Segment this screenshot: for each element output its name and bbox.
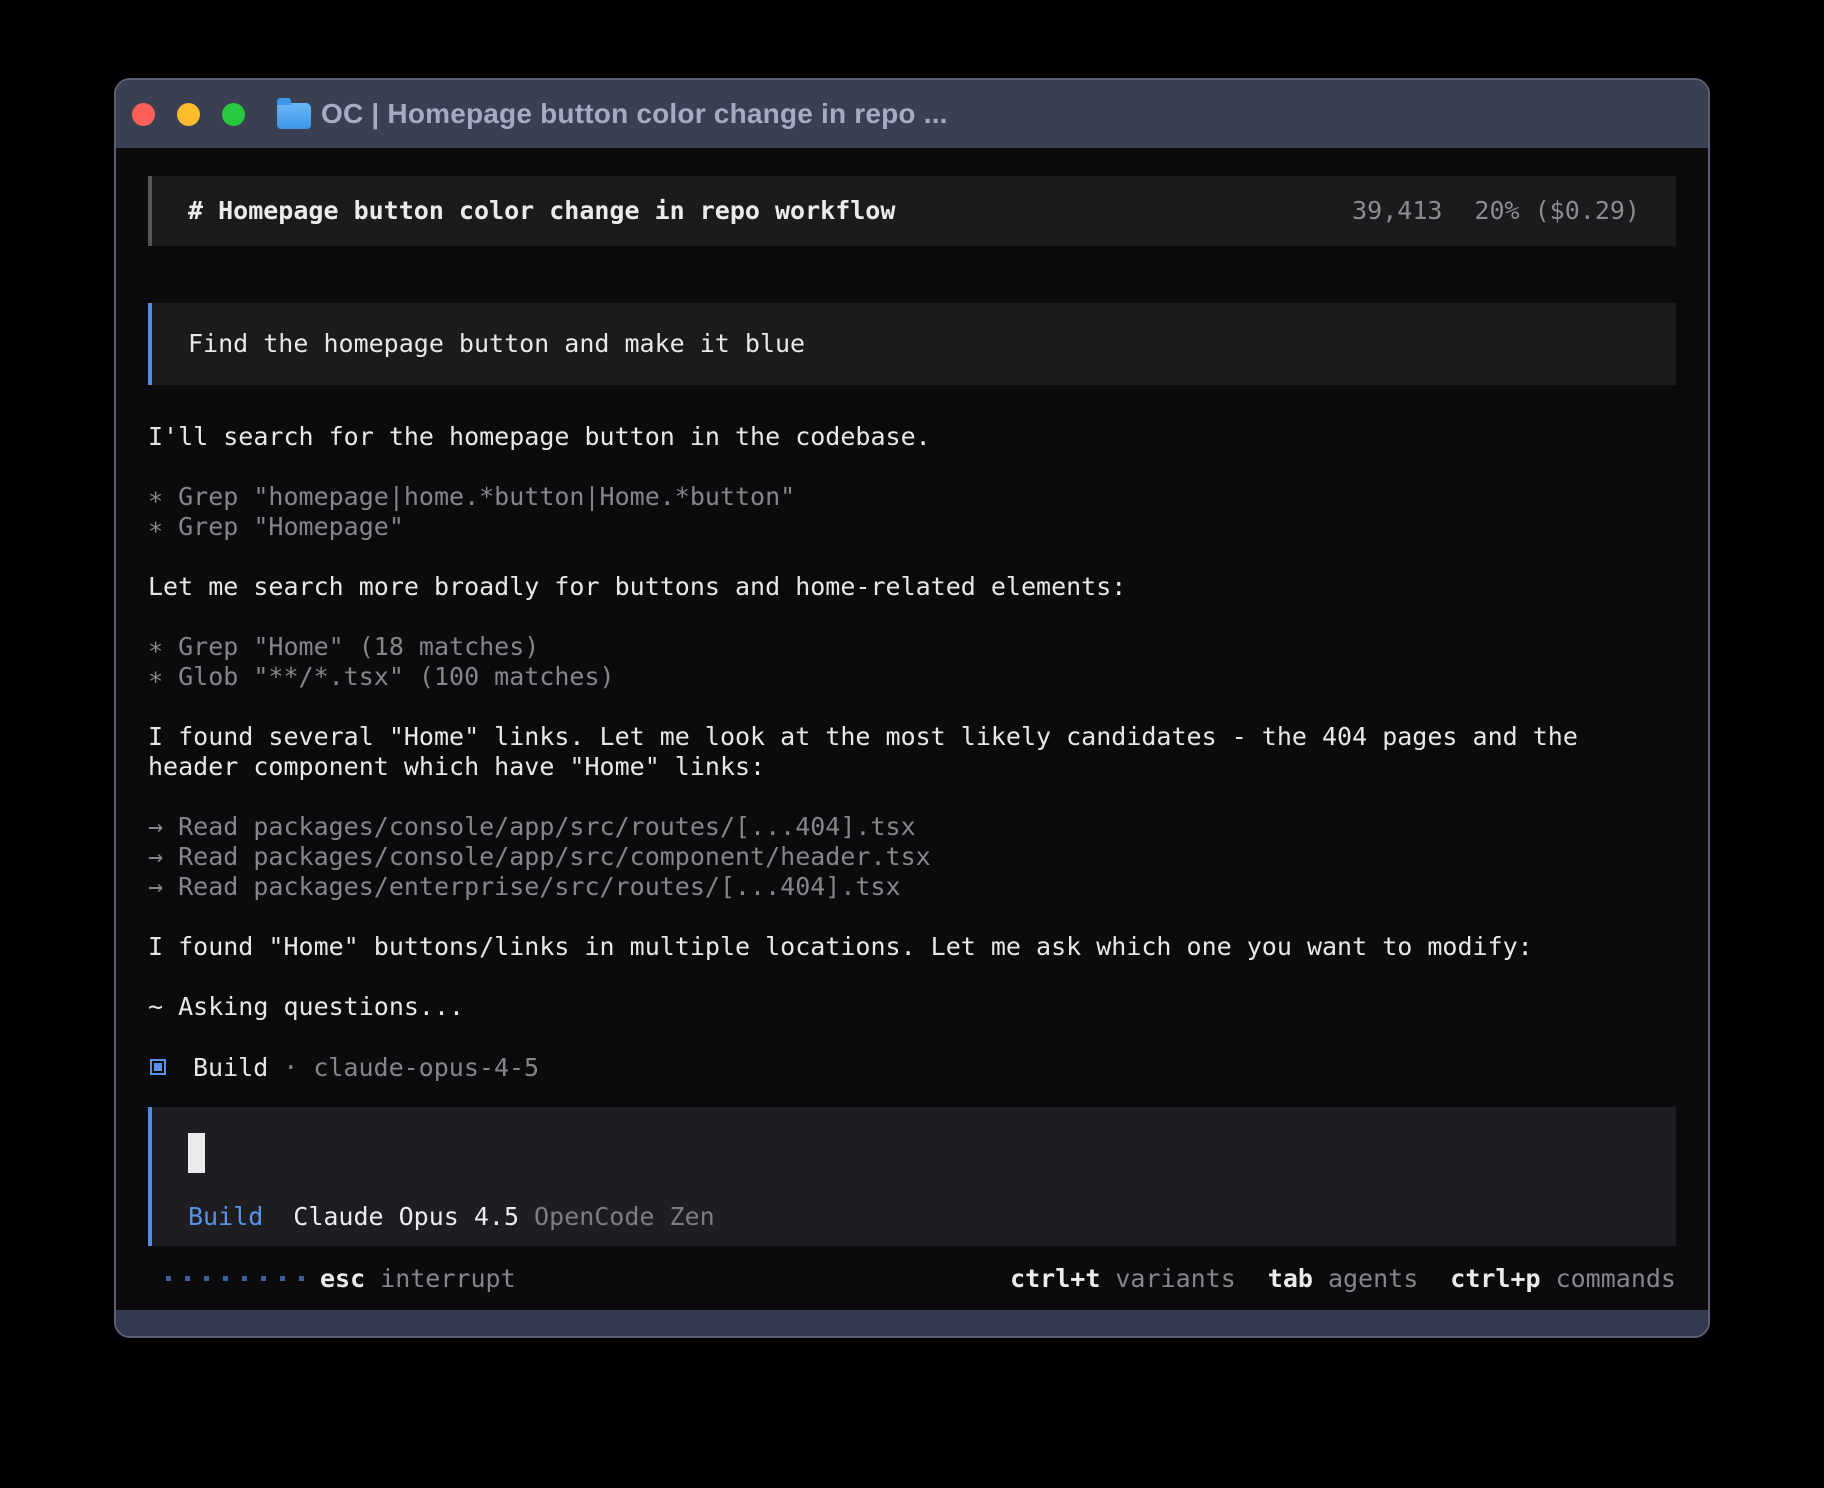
transcript-line: [148, 452, 1676, 482]
agent-model: claude-opus-4-5: [313, 1053, 539, 1082]
hint-label: agents: [1328, 1264, 1418, 1293]
close-button[interactable]: [132, 103, 155, 126]
spinner-dot: [299, 1276, 304, 1281]
hint-commands: ctrl+p commands: [1450, 1264, 1676, 1293]
esc-key-hint: esc: [320, 1264, 365, 1293]
transcript-line: → Read packages/console/app/src/componen…: [148, 842, 1676, 872]
transcript-line: I found "Home" buttons/links in multiple…: [148, 932, 1676, 962]
hint-label: commands: [1556, 1264, 1676, 1293]
spinner-dot: [185, 1276, 190, 1281]
input-agent-label[interactable]: Build: [188, 1202, 263, 1232]
hint-variants: ctrl+t variants: [1010, 1264, 1236, 1293]
user-message-text: Find the homepage button and make it blu…: [188, 329, 805, 358]
window-title: OC | Homepage button color change in rep…: [321, 98, 948, 130]
transcript-line: ∗ Glob "**/*.tsx" (100 matches): [148, 662, 1676, 692]
transcript-line: ∗ Grep "homepage|home.*button|Home.*butt…: [148, 482, 1676, 512]
input-provider-label: OpenCode Zen: [534, 1202, 715, 1232]
token-count: 39,413: [1352, 196, 1442, 225]
spinner-dot: [204, 1276, 209, 1281]
transcript-line: ∗ Grep "Home" (18 matches): [148, 632, 1676, 662]
window-bottom-edge: [116, 1310, 1708, 1336]
hint-label: variants: [1115, 1264, 1235, 1293]
spinner-dot: [223, 1276, 228, 1281]
titlebar: OC | Homepage button color change in rep…: [116, 80, 1708, 148]
transcript-line: ∗ Grep "Homepage": [148, 512, 1676, 542]
spinner-dot: [166, 1276, 171, 1281]
spinner-dots: [166, 1276, 304, 1281]
transcript-line: → Read packages/enterprise/src/routes/[.…: [148, 872, 1676, 902]
text-cursor: [188, 1133, 205, 1173]
agent-square-icon: [150, 1059, 166, 1075]
session-title: # Homepage button color change in repo w…: [188, 196, 895, 225]
transcript: I'll search for the homepage button in t…: [148, 422, 1676, 1022]
hint-agents: tab agents: [1268, 1264, 1418, 1293]
transcript-line: → Read packages/console/app/src/routes/[…: [148, 812, 1676, 842]
transcript-line: [148, 902, 1676, 932]
keyboard-hints: ctrl+t variants tab agents ctrl+p commands: [1010, 1264, 1676, 1293]
hint-key: ctrl+t: [1010, 1264, 1100, 1293]
esc-action-label: interrupt: [380, 1264, 515, 1293]
hint-key: tab: [1268, 1264, 1313, 1293]
user-message: Find the homepage button and make it blu…: [148, 303, 1676, 386]
agent-separator: ·: [283, 1053, 298, 1082]
transcript-line: I found several "Home" links. Let me loo…: [148, 722, 1676, 752]
spinner-dot: [261, 1276, 266, 1281]
agent-status-row: Build · claude-opus-4-5: [148, 1052, 1676, 1082]
transcript-line: [148, 782, 1676, 812]
session-header: # Homepage button color change in repo w…: [148, 176, 1676, 246]
transcript-line: [148, 602, 1676, 632]
terminal-window: OC | Homepage button color change in rep…: [114, 78, 1710, 1338]
input-meta-row: Build Claude Opus 4.5 OpenCode Zen: [188, 1202, 1640, 1232]
minimize-button[interactable]: [177, 103, 200, 126]
spinner-dot: [280, 1276, 285, 1281]
agent-name: Build: [193, 1053, 268, 1082]
transcript-line: I'll search for the homepage button in t…: [148, 422, 1676, 452]
transcript-line: [148, 692, 1676, 722]
transcript-line: Let me search more broadly for buttons a…: [148, 572, 1676, 602]
maximize-button[interactable]: [222, 103, 245, 126]
session-stats: 39,413 20% ($0.29): [1352, 196, 1640, 225]
transcript-line: [148, 962, 1676, 992]
input-model-label[interactable]: Claude Opus 4.5: [293, 1202, 519, 1232]
transcript-line: header component which have "Home" links…: [148, 752, 1676, 782]
transcript-line: ~ Asking questions...: [148, 992, 1676, 1022]
transcript-line: [148, 542, 1676, 572]
context-usage: 20% ($0.29): [1474, 196, 1640, 225]
folder-icon: [277, 103, 311, 129]
terminal-content: # Homepage button color change in repo w…: [116, 148, 1708, 1310]
hint-key: ctrl+p: [1450, 1264, 1540, 1293]
status-bar: esc interrupt ctrl+tvariantstabagentsctr…: [148, 1246, 1676, 1310]
spinner-dot: [242, 1276, 247, 1281]
prompt-input[interactable]: Build Claude Opus 4.5 OpenCode Zen: [148, 1107, 1676, 1246]
traffic-lights: [132, 103, 245, 126]
